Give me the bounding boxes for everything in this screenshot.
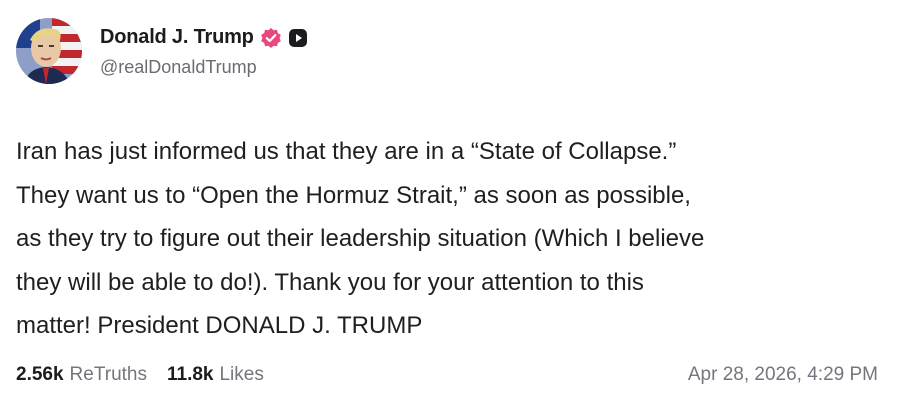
post-header: Donald J. Trump @realDonaldTrump [16,18,308,84]
likes-count: 11.8k [166,364,214,385]
media-badge-icon [288,28,308,48]
post-text: Iran has just informed us that they are … [16,138,705,339]
author-handle[interactable]: @realDonaldTrump [100,57,308,78]
verified-badge-icon [260,27,282,49]
name-row: Donald J. Trump [100,25,308,51]
truth-post: Donald J. Trump @realDonaldTrump Iran ha… [0,0,900,401]
author-display-name[interactable]: Donald J. Trump [100,26,254,49]
portrait-avatar-icon [16,18,82,84]
post-timestamp[interactable]: Apr 28, 2026, 4:29 PM [688,364,878,386]
retruths-count: 2.56k [16,364,64,385]
author-info: Donald J. Trump @realDonaldTrump [100,25,308,78]
avatar[interactable] [16,18,82,84]
likes-label: Likes [219,364,264,385]
post-footer: 2.56k ReTruths 11.8k Likes Apr 28, 2026,… [16,364,878,386]
retruths-stat[interactable]: 2.56k ReTruths [16,364,147,386]
retruths-label: ReTruths [69,364,147,385]
likes-stat[interactable]: 11.8k Likes [167,364,264,386]
